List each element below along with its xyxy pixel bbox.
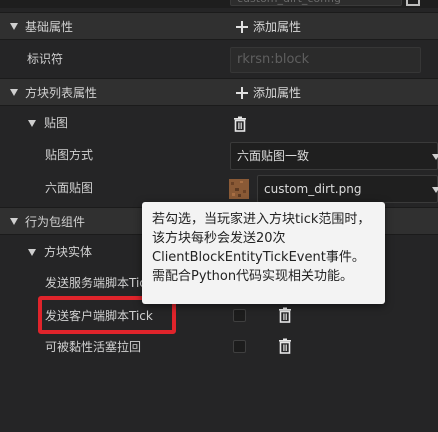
collapse-triangle-icon[interactable] bbox=[10, 218, 18, 225]
identifier-input[interactable]: rkrsn:block bbox=[230, 47, 421, 73]
client-tick-checkbox[interactable] bbox=[233, 309, 246, 322]
trash-icon[interactable] bbox=[277, 307, 293, 323]
six-face-texture-select[interactable]: custom_dirt.png bbox=[257, 175, 438, 203]
chevron-down-icon[interactable] bbox=[432, 154, 438, 160]
identifier-label: 标识符 bbox=[27, 52, 64, 66]
identifier-row: 标识符 rkrsn:block bbox=[0, 44, 438, 75]
section-basic-label: 基础属性 bbox=[25, 20, 74, 34]
texture-mode-label: 贴图方式 bbox=[45, 148, 94, 162]
texture-group-row[interactable]: 贴图 bbox=[0, 108, 438, 139]
texture-mode-value: 六面贴图一致 bbox=[237, 149, 310, 163]
tooltip: 若勾选，当玩家进入方块tick范围时，该方块每秒会发送20次ClientBloc… bbox=[142, 202, 385, 304]
section-block-list-label: 方块列表属性 bbox=[25, 86, 98, 100]
collapse-triangle-icon[interactable] bbox=[10, 89, 18, 96]
six-face-texture-row: 六面贴图 custom_dirt.png bbox=[0, 173, 438, 204]
chevron-down-icon[interactable] bbox=[432, 187, 438, 193]
dirt-texture-thumbnail bbox=[229, 179, 249, 199]
add-property-button[interactable]: 添加属性 bbox=[253, 20, 301, 34]
sticky-piston-checkbox[interactable] bbox=[233, 340, 246, 353]
tooltip-text: 若勾选，当玩家进入方块tick范围时，该方块每秒会发送20次ClientBloc… bbox=[152, 212, 371, 284]
plus-icon[interactable] bbox=[236, 87, 248, 99]
collapse-triangle-icon[interactable] bbox=[28, 120, 36, 127]
texture-mode-row: 贴图方式 六面贴图一致 bbox=[0, 140, 438, 171]
collapse-triangle-icon[interactable] bbox=[10, 23, 18, 30]
six-face-texture-value: custom_dirt.png bbox=[264, 182, 362, 196]
trash-icon[interactable] bbox=[232, 116, 248, 132]
add-property-button[interactable]: 添加属性 bbox=[253, 86, 301, 100]
folder-icon[interactable] bbox=[406, 0, 420, 6]
entity-row-sticky-piston: 可被黏性活塞拉回 bbox=[0, 332, 438, 363]
collapse-triangle-icon[interactable] bbox=[28, 249, 36, 256]
trash-icon[interactable] bbox=[277, 338, 293, 354]
sticky-piston-label: 可被黏性活塞拉回 bbox=[45, 340, 142, 354]
top-config-field[interactable]: custom_dirt_config bbox=[230, 0, 402, 6]
texture-label: 贴图 bbox=[44, 116, 69, 130]
section-basic-properties[interactable]: 基础属性 添加属性 bbox=[0, 12, 438, 40]
block-entity-label: 方块实体 bbox=[44, 245, 93, 259]
texture-mode-select[interactable]: 六面贴图一致 bbox=[230, 142, 438, 170]
server-tick-label: 发送服务端脚本Tick bbox=[45, 276, 153, 290]
section-block-list-properties[interactable]: 方块列表属性 添加属性 bbox=[0, 78, 438, 106]
six-face-texture-label: 六面贴图 bbox=[45, 181, 94, 195]
plus-icon[interactable] bbox=[236, 21, 248, 33]
section-behavior-label: 行为包组件 bbox=[25, 215, 86, 229]
